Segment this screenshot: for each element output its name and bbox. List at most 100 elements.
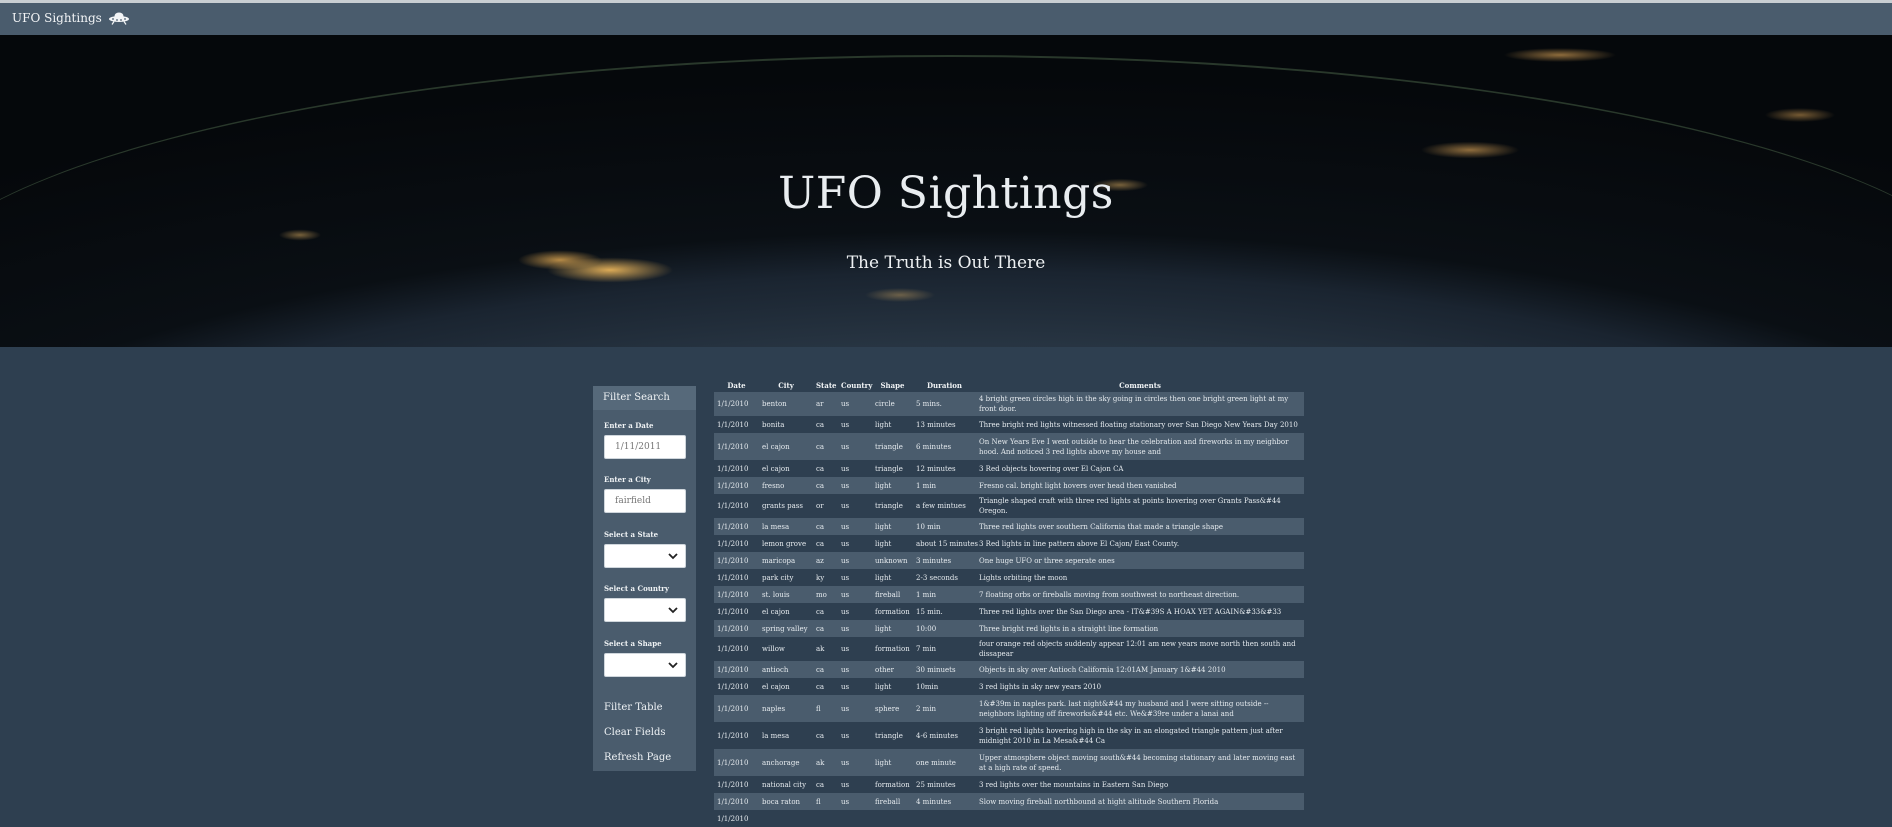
state-select[interactable] bbox=[604, 544, 686, 568]
cell-city: anchorage bbox=[759, 749, 813, 776]
cell-country: us bbox=[838, 695, 872, 722]
cell-comments: Fresno cal. bright light hovers over hea… bbox=[976, 477, 1304, 494]
table-row: 1/1/2010 el cajon ca us light 10min 3 red ligh… bbox=[714, 678, 1304, 695]
column-header-city: City bbox=[778, 380, 794, 390]
cell-shape: circle bbox=[872, 392, 913, 416]
cell-duration: 3 minutes bbox=[913, 552, 976, 569]
cell-date: 1/1/2010 bbox=[714, 793, 759, 810]
cell-state: ca bbox=[813, 433, 838, 460]
cell-city: maricopa bbox=[759, 552, 813, 569]
filter-panel: Filter Search Enter a Date Enter a City … bbox=[593, 386, 696, 771]
country-label: Select a Country bbox=[604, 584, 669, 593]
cell-shape: formation bbox=[872, 637, 913, 661]
shape-select[interactable] bbox=[604, 653, 686, 677]
cell-state: ky bbox=[813, 569, 838, 586]
cell-country: us bbox=[838, 793, 872, 810]
table-row: 1/1/2010 antioch ca us other 30 minuets Object… bbox=[714, 661, 1304, 678]
cell-duration bbox=[913, 810, 976, 827]
cell-duration: 30 minuets bbox=[913, 661, 976, 678]
navbar: UFO Sightings bbox=[0, 3, 1892, 36]
cell-country: us bbox=[838, 569, 872, 586]
table-row: 1/1/2010 willow ak us formation 7 min four ora… bbox=[714, 637, 1304, 661]
cell-comments: 1&#39m in naples park. last night&#44 my… bbox=[976, 695, 1304, 722]
cell-country: us bbox=[838, 749, 872, 776]
table-row: 1/1/2010 naples fl us sphere 2 min 1&#39m in n… bbox=[714, 695, 1304, 722]
column-header-duration: Duration bbox=[926, 380, 963, 390]
cell-comments: Three bright red lights witnessed floati… bbox=[976, 416, 1304, 433]
table-row: 1/1/2010 maricopa az us unknown 3 minutes One … bbox=[714, 552, 1304, 569]
cell-comments: 3 red lights over the mountains in Easte… bbox=[976, 776, 1304, 793]
cell-shape: formation bbox=[872, 776, 913, 793]
cell-comments: 4 bright green circles high in the sky g… bbox=[976, 392, 1304, 416]
cell-shape: fireball bbox=[872, 586, 913, 603]
cell-duration: 13 minutes bbox=[913, 416, 976, 433]
date-input[interactable] bbox=[604, 435, 686, 459]
cell-duration: 10min bbox=[913, 678, 976, 695]
cell-city: spring valley bbox=[759, 620, 813, 637]
column-header-state: State bbox=[816, 380, 837, 390]
cell-shape: triangle bbox=[872, 433, 913, 460]
cell-date: 1/1/2010 bbox=[714, 810, 759, 827]
cell-duration: a few mintues bbox=[913, 494, 976, 518]
cell-city: lemon grove bbox=[759, 535, 813, 552]
cell-shape: light bbox=[872, 620, 913, 637]
cell-date: 1/1/2010 bbox=[714, 416, 759, 433]
cell-state: ca bbox=[813, 603, 838, 620]
cell-comments: 7 floating orbs or fireballs moving from… bbox=[976, 586, 1304, 603]
cell-state: ca bbox=[813, 620, 838, 637]
cell-country: us bbox=[838, 494, 872, 518]
hero-title: UFO Sightings bbox=[778, 168, 1114, 219]
cell-city: la mesa bbox=[759, 518, 813, 535]
cell-comments: Lights orbiting the moon bbox=[976, 569, 1304, 586]
cell-shape: light bbox=[872, 569, 913, 586]
cell-country: us bbox=[838, 416, 872, 433]
cell-date: 1/1/2010 bbox=[714, 535, 759, 552]
cell-city: el cajon bbox=[759, 678, 813, 695]
cell-date: 1/1/2010 bbox=[714, 776, 759, 793]
cell-state: ca bbox=[813, 477, 838, 494]
column-header-country: Country bbox=[841, 380, 873, 390]
cell-duration: 2 min bbox=[913, 695, 976, 722]
cell-date: 1/1/2010 bbox=[714, 494, 759, 518]
cell-date: 1/1/2010 bbox=[714, 749, 759, 776]
city-input[interactable] bbox=[604, 489, 686, 513]
cell-comments: 3 Red lights in line pattern above El Ca… bbox=[976, 535, 1304, 552]
cell-comments: One huge UFO or three seperate ones bbox=[976, 552, 1304, 569]
cell-country: us bbox=[838, 661, 872, 678]
cell-shape: light bbox=[872, 749, 913, 776]
table-row: 1/1/2010 boca raton fl us fireball 4 minutes S… bbox=[714, 793, 1304, 810]
ufo-icon bbox=[108, 12, 129, 25]
cell-date: 1/1/2010 bbox=[714, 695, 759, 722]
clear-fields-button[interactable]: Clear Fields bbox=[604, 727, 665, 738]
cell-date: 1/1/2010 bbox=[714, 637, 759, 661]
chevron-down-icon bbox=[668, 553, 678, 560]
cell-state: ca bbox=[813, 678, 838, 695]
filter-table-button[interactable]: Filter Table bbox=[604, 702, 663, 713]
cell-state: ar bbox=[813, 392, 838, 416]
table-row: 1/1/2010 national city ca us formation 25 min… bbox=[714, 776, 1304, 793]
cell-city: willow bbox=[759, 637, 813, 661]
table-row: 1/1/2010 el cajon ca us triangle 6 minutes On … bbox=[714, 433, 1304, 460]
cell-country: us bbox=[838, 603, 872, 620]
cell-state: ak bbox=[813, 637, 838, 661]
cell-city: naples bbox=[759, 695, 813, 722]
cell-date: 1/1/2010 bbox=[714, 569, 759, 586]
country-select[interactable] bbox=[604, 598, 686, 622]
cell-city: grants pass bbox=[759, 494, 813, 518]
cell-country: us bbox=[838, 535, 872, 552]
cell-state: mo bbox=[813, 586, 838, 603]
cell-duration: 2-3 seconds bbox=[913, 569, 976, 586]
cell-shape: light bbox=[872, 678, 913, 695]
cell-shape: triangle bbox=[872, 460, 913, 477]
cell-duration: 10:00 bbox=[913, 620, 976, 637]
cell-comments: Three red lights over the San Diego area… bbox=[976, 603, 1304, 620]
cell-duration: 25 minutes bbox=[913, 776, 976, 793]
cell-city: el cajon bbox=[759, 603, 813, 620]
refresh-page-button[interactable]: Refresh Page bbox=[604, 752, 671, 763]
cell-comments: four orange red objects suddenly appear … bbox=[976, 637, 1304, 661]
brand-link[interactable]: UFO Sightings bbox=[12, 11, 130, 25]
cell-comments: 3 red lights in sky new years 2010 bbox=[976, 678, 1304, 695]
sightings-table: Date City State Country Shape Duration C… bbox=[714, 378, 1304, 827]
cell-date: 1/1/2010 bbox=[714, 477, 759, 494]
table-row: 1/1/2010 st. louis mo us fireball 1 min 7 floa… bbox=[714, 586, 1304, 603]
